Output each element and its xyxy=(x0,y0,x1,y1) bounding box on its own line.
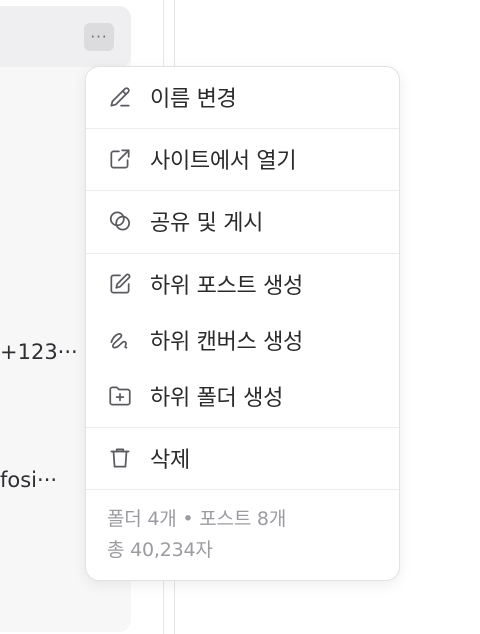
menu-item-delete[interactable]: 삭제 xyxy=(86,438,399,478)
menu-item-label: 삭제 xyxy=(150,448,190,473)
folder-stats: 폴더 4개 • 포스트 8개 총 40,234자 xyxy=(107,504,286,566)
menu-divider xyxy=(86,427,399,428)
menu-item-create-folder[interactable]: 하위 폴더 생성 xyxy=(86,376,399,416)
menu-item-label: 하위 포스트 생성 xyxy=(150,274,303,299)
menu-item-rename[interactable]: 이름 변경 xyxy=(86,77,399,117)
menu-item-label: 사이트에서 열기 xyxy=(150,149,297,174)
list-item-fragment[interactable]: fosi··· xyxy=(0,468,57,492)
share-circles-icon xyxy=(107,208,133,234)
menu-item-label: 하위 캔버스 생성 xyxy=(150,330,303,355)
menu-item-label: 이름 변경 xyxy=(150,87,237,112)
pencil-icon xyxy=(107,84,133,110)
more-options-button[interactable]: ··· xyxy=(84,23,114,51)
menu-item-share-publish[interactable]: 공유 및 게시 xyxy=(86,201,399,241)
edit-square-icon xyxy=(107,271,133,297)
menu-divider xyxy=(86,489,399,490)
stats-characters: 총 40,234자 xyxy=(107,539,213,561)
stats-counts: 폴더 4개 • 포스트 8개 xyxy=(107,508,287,530)
menu-divider xyxy=(86,128,399,129)
menu-item-open-site[interactable]: 사이트에서 열기 xyxy=(86,139,399,179)
folder-plus-icon xyxy=(107,383,133,409)
menu-divider xyxy=(86,190,399,191)
menu-item-label: 하위 폴더 생성 xyxy=(150,386,284,411)
screen: ··· +123··· fosi··· 이름 변경 사이트에서 열기 공유 및 … xyxy=(0,0,480,634)
trash-icon xyxy=(107,445,133,471)
context-menu: 이름 변경 사이트에서 열기 공유 및 게시 하위 포스트 생성 하위 캔버스 … xyxy=(85,66,400,581)
menu-item-label: 공유 및 게시 xyxy=(150,211,264,236)
menu-item-create-canvas[interactable]: 하위 캔버스 생성 xyxy=(86,320,399,360)
external-link-icon xyxy=(107,146,133,172)
menu-divider xyxy=(86,253,399,254)
menu-item-create-post[interactable]: 하위 포스트 생성 xyxy=(86,264,399,304)
squiggle-icon xyxy=(107,327,133,353)
list-item-fragment[interactable]: +123··· xyxy=(0,340,78,364)
